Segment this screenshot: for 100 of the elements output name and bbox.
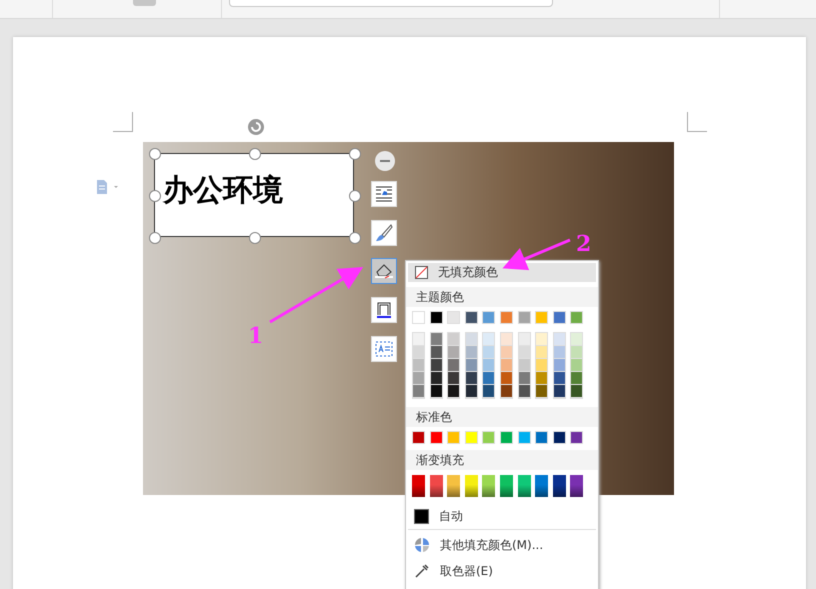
annotation-number: 1: [248, 323, 264, 349]
color-swatch[interactable]: [430, 311, 443, 324]
color-swatch[interactable]: [430, 385, 442, 398]
color-swatch[interactable]: [448, 359, 460, 372]
color-swatch[interactable]: [500, 385, 512, 398]
menu-item[interactable]: 无填充颜色: [408, 263, 596, 282]
gradient-swatch[interactable]: [430, 475, 443, 497]
rotate-handle[interactable]: [247, 118, 265, 136]
color-swatch[interactable]: [413, 346, 424, 359]
color-swatch[interactable]: [518, 359, 530, 372]
color-swatch[interactable]: [466, 346, 477, 359]
color-swatch[interactable]: [536, 359, 548, 372]
color-swatch[interactable]: [552, 311, 566, 324]
no-fill-icon: [415, 266, 428, 279]
color-swatch[interactable]: [466, 372, 477, 385]
color-swatch[interactable]: [500, 333, 512, 346]
color-swatch[interactable]: [430, 346, 442, 359]
gradient-swatch[interactable]: [535, 475, 548, 497]
color-swatch[interactable]: [571, 385, 582, 398]
gradient-swatch[interactable]: [552, 475, 566, 497]
color-swatch[interactable]: [570, 431, 584, 444]
color-swatch[interactable]: [571, 333, 582, 346]
color-swatch[interactable]: [554, 372, 565, 385]
color-swatch[interactable]: [571, 372, 582, 385]
color-swatch[interactable]: [554, 385, 565, 398]
color-swatch[interactable]: [500, 311, 513, 324]
color-swatch[interactable]: [412, 311, 425, 324]
color-swatch[interactable]: [448, 346, 460, 359]
color-swatch[interactable]: [518, 346, 530, 359]
margin-corner-mark: [687, 112, 707, 132]
color-swatch[interactable]: [571, 359, 582, 372]
color-swatch[interactable]: [448, 372, 460, 385]
menu-item[interactable]: 其他填充颜色(M)...: [406, 534, 598, 556]
menu-item[interactable]: 自动: [406, 506, 598, 526]
color-swatch[interactable]: [464, 431, 478, 444]
color-swatch[interactable]: [466, 333, 477, 346]
color-swatch[interactable]: [535, 311, 548, 324]
text-box[interactable]: 办公环境: [154, 153, 354, 237]
eyedropper-icon: [414, 563, 430, 579]
color-swatch[interactable]: [447, 311, 460, 324]
color-swatch[interactable]: [535, 431, 548, 444]
color-swatch[interactable]: [554, 359, 565, 372]
document-icon[interactable]: [95, 180, 119, 194]
color-swatch[interactable]: [483, 372, 494, 385]
paint-bucket-icon: [374, 262, 394, 280]
color-swatch[interactable]: [464, 311, 478, 324]
color-swatch[interactable]: [413, 333, 424, 346]
color-swatch[interactable]: [447, 431, 460, 444]
color-swatch[interactable]: [554, 346, 565, 359]
gradient-swatch[interactable]: [570, 475, 584, 497]
color-swatch[interactable]: [552, 431, 566, 444]
gradient-swatch[interactable]: [464, 475, 478, 497]
color-swatch[interactable]: [482, 431, 496, 444]
gradient-swatch[interactable]: [412, 475, 425, 497]
color-swatch: [414, 508, 429, 524]
color-swatch[interactable]: [483, 333, 494, 346]
color-swatch[interactable]: [518, 333, 530, 346]
gradient-swatch[interactable]: [518, 475, 531, 497]
color-swatch[interactable]: [466, 359, 477, 372]
color-swatch[interactable]: [448, 385, 460, 398]
color-swatch[interactable]: [536, 333, 548, 346]
color-swatch[interactable]: [483, 359, 494, 372]
color-wheel-icon: [414, 537, 430, 553]
color-swatch[interactable]: [536, 346, 548, 359]
color-swatch[interactable]: [536, 385, 548, 398]
color-swatch[interactable]: [571, 346, 582, 359]
color-swatch[interactable]: [500, 346, 512, 359]
color-swatch[interactable]: [518, 311, 531, 324]
color-swatch[interactable]: [518, 385, 530, 398]
color-swatch[interactable]: [413, 372, 424, 385]
toolbar-button[interactable]: [371, 258, 397, 284]
color-swatch[interactable]: [412, 431, 425, 444]
color-swatch[interactable]: [482, 311, 496, 324]
color-swatch[interactable]: [518, 431, 531, 444]
color-swatch[interactable]: [518, 372, 530, 385]
color-swatch[interactable]: [430, 431, 443, 444]
gradient-swatch[interactable]: [447, 475, 460, 497]
color-swatch[interactable]: [570, 311, 584, 324]
gradient-swatch[interactable]: [482, 475, 496, 497]
color-swatch[interactable]: [536, 372, 548, 385]
color-swatch[interactable]: [413, 385, 424, 398]
color-swatch[interactable]: [500, 431, 513, 444]
color-swatch[interactable]: [413, 359, 424, 372]
color-swatch[interactable]: [483, 346, 494, 359]
color-swatch[interactable]: [430, 372, 442, 385]
gradient-swatch[interactable]: [500, 475, 513, 497]
color-swatch[interactable]: [466, 385, 477, 398]
color-swatch[interactable]: [430, 359, 442, 372]
color-swatch[interactable]: [430, 333, 442, 346]
color-swatch[interactable]: [500, 372, 512, 385]
section-header: 主题颜色: [406, 287, 598, 307]
color-swatch[interactable]: [448, 333, 460, 346]
menu-item[interactable]: 取色器(E): [406, 560, 598, 582]
color-swatch[interactable]: [500, 359, 512, 372]
border-icon: [375, 301, 393, 319]
collapse-button[interactable]: [374, 150, 396, 172]
color-swatch[interactable]: [554, 333, 565, 346]
section-header: 渐变填充: [406, 450, 598, 470]
text-wrap-icon: [375, 186, 393, 202]
color-swatch[interactable]: [483, 385, 494, 398]
